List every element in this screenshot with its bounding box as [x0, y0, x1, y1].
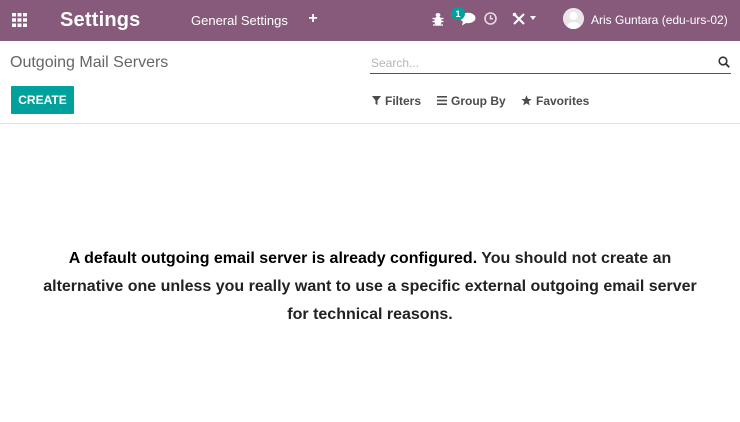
app-title[interactable]: Settings — [60, 6, 141, 34]
plus-icon[interactable]: + — [307, 10, 319, 27]
bug-icon[interactable] — [432, 12, 444, 27]
star-icon — [521, 95, 532, 106]
filter-icon — [372, 96, 381, 105]
search-input[interactable] — [371, 53, 701, 72]
user-name[interactable]: Aris Guntara (edu-urs-02) — [591, 11, 728, 28]
group-by-button[interactable]: Group By — [437, 92, 506, 109]
clock-icon[interactable] — [484, 12, 497, 25]
favorites-label: Favorites — [536, 93, 590, 108]
filters-button[interactable]: Filters — [372, 92, 421, 109]
top-navbar: Settings General Settings + 1 Aris Gunta… — [0, 0, 740, 41]
breadcrumb: Outgoing Mail Servers — [10, 54, 169, 71]
bars-icon — [437, 96, 447, 105]
filters-label: Filters — [385, 93, 422, 108]
favorites-button[interactable]: Favorites — [521, 92, 589, 109]
apps-grid-icon[interactable] — [12, 13, 27, 27]
control-panel: Outgoing Mail Servers CREATE Filters Gro… — [0, 41, 740, 124]
chat-badge: 1 — [451, 7, 465, 20]
helper-title: A default outgoing email server is alrea… — [68, 250, 478, 267]
tools-icon[interactable] — [512, 12, 526, 26]
create-button[interactable]: CREATE — [11, 86, 74, 114]
search-icon[interactable] — [718, 56, 730, 68]
group-by-label: Group By — [451, 93, 506, 108]
avatar[interactable] — [563, 8, 584, 29]
search-box — [370, 53, 731, 74]
empty-state-helper: A default outgoing email server is alrea… — [40, 245, 700, 329]
menu-general-settings[interactable]: General Settings — [191, 11, 288, 29]
chevron-down-icon[interactable] — [530, 16, 536, 20]
